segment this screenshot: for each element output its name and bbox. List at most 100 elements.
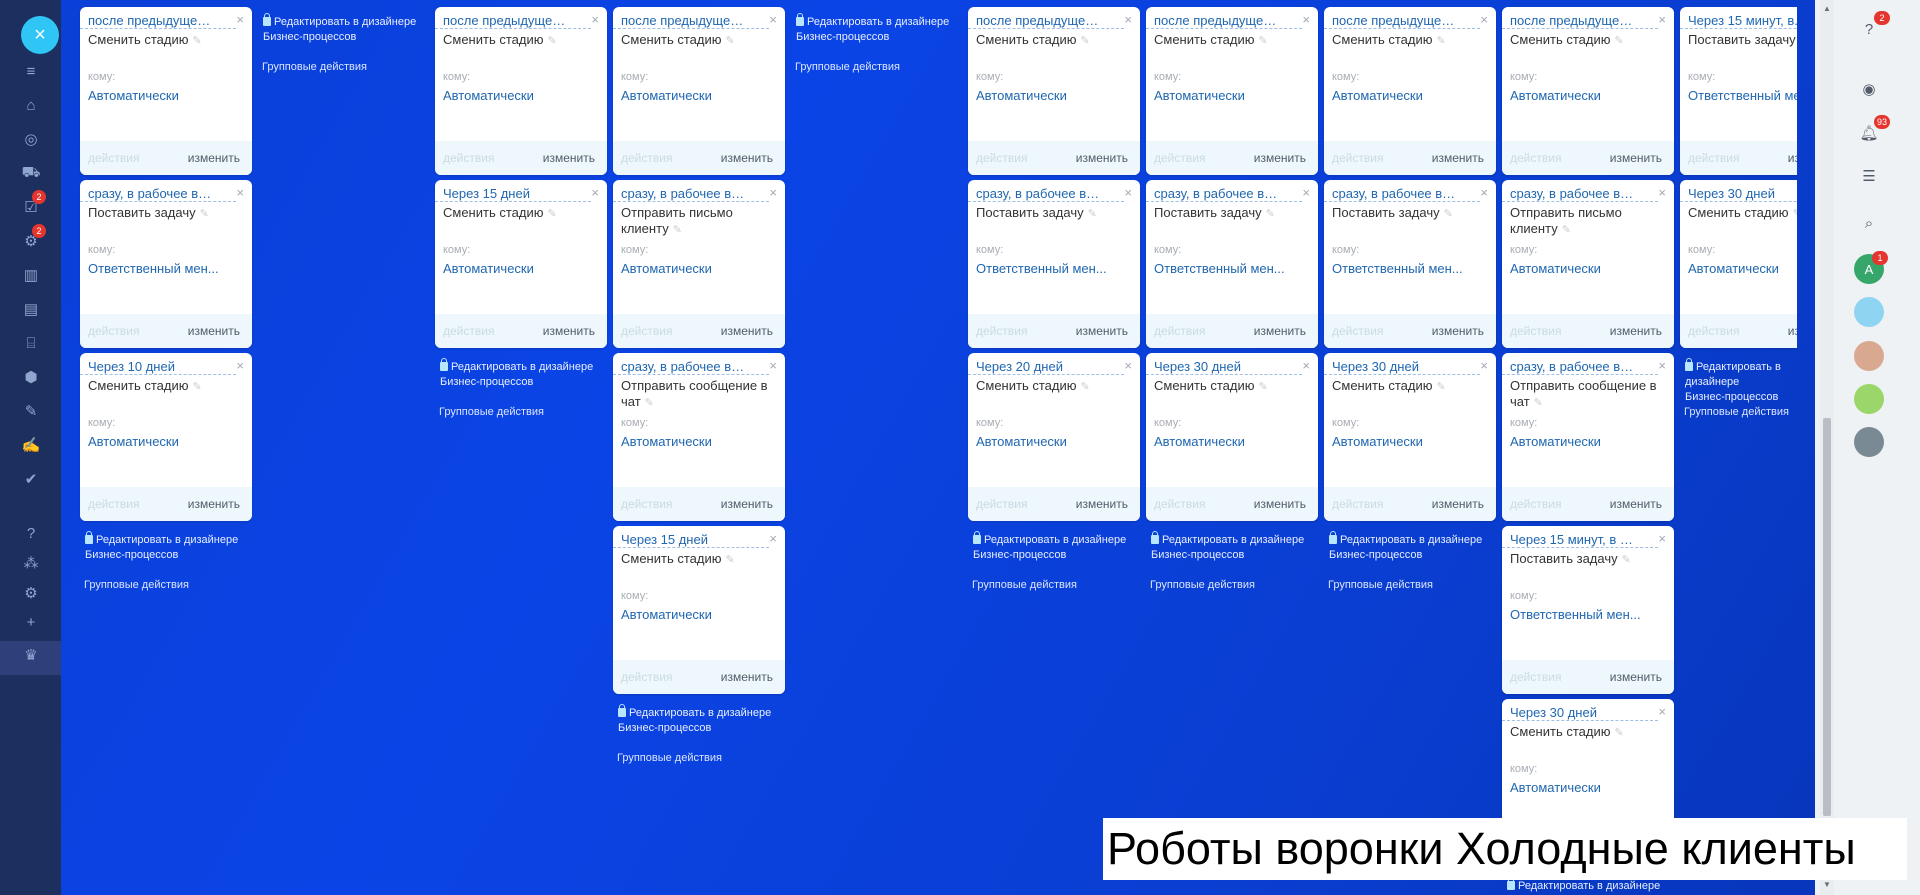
robot-card[interactable]: после предыдущего, п... × Сменить стадию ✎ к…: [968, 7, 1140, 175]
sidebar-item-check-circle[interactable]: ✔: [18, 466, 44, 492]
chat-button[interactable]: ☰: [1854, 161, 1884, 191]
robot-edit-button[interactable]: изменить: [1254, 497, 1306, 511]
robot-edit-button[interactable]: изменить: [1432, 497, 1484, 511]
robot-responsible-link[interactable]: Автоматически: [613, 607, 783, 622]
robot-card[interactable]: сразу, в рабочее врем... × Поставить задач…: [80, 180, 252, 348]
robot-card[interactable]: после предыдущего, п... × Сменить стадию ✎ к…: [1324, 7, 1496, 175]
robot-responsible-link[interactable]: Ответственный мен...: [968, 261, 1138, 276]
robot-edit-button[interactable]: изменить: [721, 670, 773, 684]
robot-responsible-link[interactable]: Ответственный мен...: [80, 261, 250, 276]
robot-responsible-link[interactable]: Автоматически: [1502, 261, 1672, 276]
robot-responsible-link[interactable]: Автоматически: [435, 261, 605, 276]
robot-card[interactable]: Через 30 дней×Сменить стадию✎кому:Автома…: [1680, 180, 1797, 348]
robot-responsible-link[interactable]: Автоматически: [968, 434, 1138, 449]
pencil-icon[interactable]: ✎: [725, 554, 734, 566]
pencil-icon[interactable]: ✎: [1444, 208, 1453, 220]
activity-button[interactable]: ◉: [1854, 74, 1884, 104]
group-actions-link[interactable]: Групповые действия: [439, 406, 544, 418]
sidebar-item-cart[interactable]: ⛟: [18, 160, 44, 186]
robot-edit-button[interactable]: изменить: [1076, 151, 1128, 165]
robot-condition-link[interactable]: сразу, в рабочее врем...: [1324, 180, 1480, 202]
avatar-user-2[interactable]: [1854, 427, 1884, 457]
robot-condition-link[interactable]: Через 15 минут, в...: [1680, 7, 1797, 29]
robot-card[interactable]: Через 20 дней × Сменить стадию ✎ кому: Автома…: [968, 353, 1140, 521]
delete-icon[interactable]: ×: [1658, 531, 1666, 546]
pencil-icon[interactable]: ✎: [192, 35, 201, 47]
pencil-icon[interactable]: ✎: [1534, 397, 1543, 409]
robot-condition-link[interactable]: после предыдущего, п...: [1146, 7, 1302, 29]
robot-card[interactable]: после предыдущего, п... × Сменить стадию ✎ к…: [1502, 7, 1674, 175]
robot-condition-link[interactable]: Через 15 дней: [435, 180, 591, 202]
scrollbar[interactable]: ▲ ▼: [1820, 0, 1834, 895]
robot-edit-button[interactable]: изменить: [188, 324, 240, 338]
sidebar-item-contacts[interactable]: ▤: [18, 296, 44, 322]
scroll-up-icon[interactable]: ▲: [1823, 4, 1831, 13]
pencil-icon[interactable]: ✎: [547, 35, 556, 47]
pencil-icon[interactable]: ✎: [1258, 381, 1267, 393]
robot-condition-link[interactable]: сразу, в рабочее врем...: [1502, 353, 1658, 375]
scroll-thumb[interactable]: [1823, 418, 1831, 816]
close-button[interactable]: ×: [21, 16, 59, 54]
robot-card[interactable]: после предыдущего, п... × Сменить стадию ✎ к…: [1146, 7, 1318, 175]
avatar-a[interactable]: А 1: [1854, 251, 1888, 284]
robot-condition-link[interactable]: сразу, в рабочее врем...: [613, 353, 769, 375]
sidebar-item-tasks[interactable]: ☑ 2: [18, 190, 46, 220]
robot-condition-link[interactable]: Через 10 дней: [80, 353, 236, 375]
delete-icon[interactable]: ×: [769, 185, 777, 200]
robot-edit-button[interactable]: изменить: [1788, 151, 1797, 165]
robot-responsible-link[interactable]: Автоматически: [613, 261, 783, 276]
robot-edit-button[interactable]: изменить: [543, 151, 595, 165]
group-actions-link[interactable]: Групповые действия: [84, 579, 189, 591]
robot-card[interactable]: Через 15 дней × Сменить стадию ✎ кому: Автома…: [435, 180, 607, 348]
robot-responsible-link[interactable]: Ответственный мен...: [1502, 607, 1672, 622]
robot-responsible-link[interactable]: Ответственный мен...: [1146, 261, 1316, 276]
delete-icon[interactable]: ×: [1302, 358, 1310, 373]
designer-link[interactable]: Редактировать в дизайнере Бизнес-процессо…: [1151, 531, 1304, 563]
robot-edit-button[interactable]: изменить: [1610, 151, 1662, 165]
robot-edit-button[interactable]: изменить: [1432, 151, 1484, 165]
pencil-icon[interactable]: ✎: [1436, 381, 1445, 393]
pencil-icon[interactable]: ✎: [1614, 727, 1623, 739]
robot-condition-link[interactable]: сразу, в рабочее врем...: [1146, 180, 1302, 202]
delete-icon[interactable]: ×: [769, 358, 777, 373]
avatar-user-photo[interactable]: [1854, 341, 1884, 371]
robot-edit-button[interactable]: изменить: [1076, 324, 1128, 338]
designer-link[interactable]: Редактировать в дизайнере Бизнес-процессо…: [85, 531, 238, 563]
group-actions-link[interactable]: Групповые действия: [795, 61, 900, 73]
robot-card[interactable]: сразу, в рабочее врем... × Поставить задач…: [1146, 180, 1318, 348]
pencil-icon[interactable]: ✎: [1614, 35, 1623, 47]
pencil-icon[interactable]: ✎: [1436, 35, 1445, 47]
robot-card[interactable]: сразу, в рабочее врем... × Отправить сообщ…: [1502, 353, 1674, 521]
group-actions-link[interactable]: Групповые действия: [1684, 406, 1789, 418]
robot-responsible-link[interactable]: Автоматически: [1324, 88, 1494, 103]
robot-condition-link[interactable]: сразу, в рабочее врем...: [1502, 180, 1658, 202]
delete-icon[interactable]: ×: [591, 12, 599, 27]
robot-condition-link[interactable]: Через 20 дней: [968, 353, 1124, 375]
scroll-down-icon[interactable]: ▼: [1823, 880, 1831, 889]
robot-condition-link[interactable]: Через 15 минут, в раб...: [1502, 526, 1658, 548]
delete-icon[interactable]: ×: [1658, 358, 1666, 373]
avatar-open-line[interactable]: [1854, 384, 1884, 414]
robot-condition-link[interactable]: сразу, в рабочее врем...: [968, 180, 1124, 202]
robot-condition-link[interactable]: Через 30 дней: [1324, 353, 1480, 375]
delete-icon[interactable]: ×: [591, 185, 599, 200]
delete-icon[interactable]: ×: [1124, 358, 1132, 373]
group-actions-link[interactable]: Групповые действия: [1150, 579, 1255, 591]
delete-icon[interactable]: ×: [1480, 185, 1488, 200]
pencil-icon[interactable]: ✎: [1080, 35, 1089, 47]
delete-icon[interactable]: ×: [769, 12, 777, 27]
robot-card[interactable]: Через 15 дней × Сменить стадию ✎ кому: Автома…: [613, 526, 785, 694]
pencil-icon[interactable]: ✎: [1088, 208, 1097, 220]
robot-responsible-link[interactable]: Автоматически: [1146, 88, 1316, 103]
robot-edit-button[interactable]: изменить: [1076, 497, 1128, 511]
pencil-icon[interactable]: ✎: [1266, 208, 1275, 220]
robot-responsible-link[interactable]: Автоматически: [613, 434, 783, 449]
delete-icon[interactable]: ×: [1124, 185, 1132, 200]
group-actions-link[interactable]: Групповые действия: [262, 61, 367, 73]
delete-icon[interactable]: ×: [236, 358, 244, 373]
help-button[interactable]: ? 2: [1854, 11, 1890, 44]
robot-responsible-link[interactable]: Автоматически: [435, 88, 605, 103]
robot-edit-button[interactable]: изменить: [188, 151, 240, 165]
designer-link[interactable]: Редактировать в дизайнере Бизнес-процессо…: [618, 704, 771, 736]
robot-edit-button[interactable]: изменить: [1610, 324, 1662, 338]
